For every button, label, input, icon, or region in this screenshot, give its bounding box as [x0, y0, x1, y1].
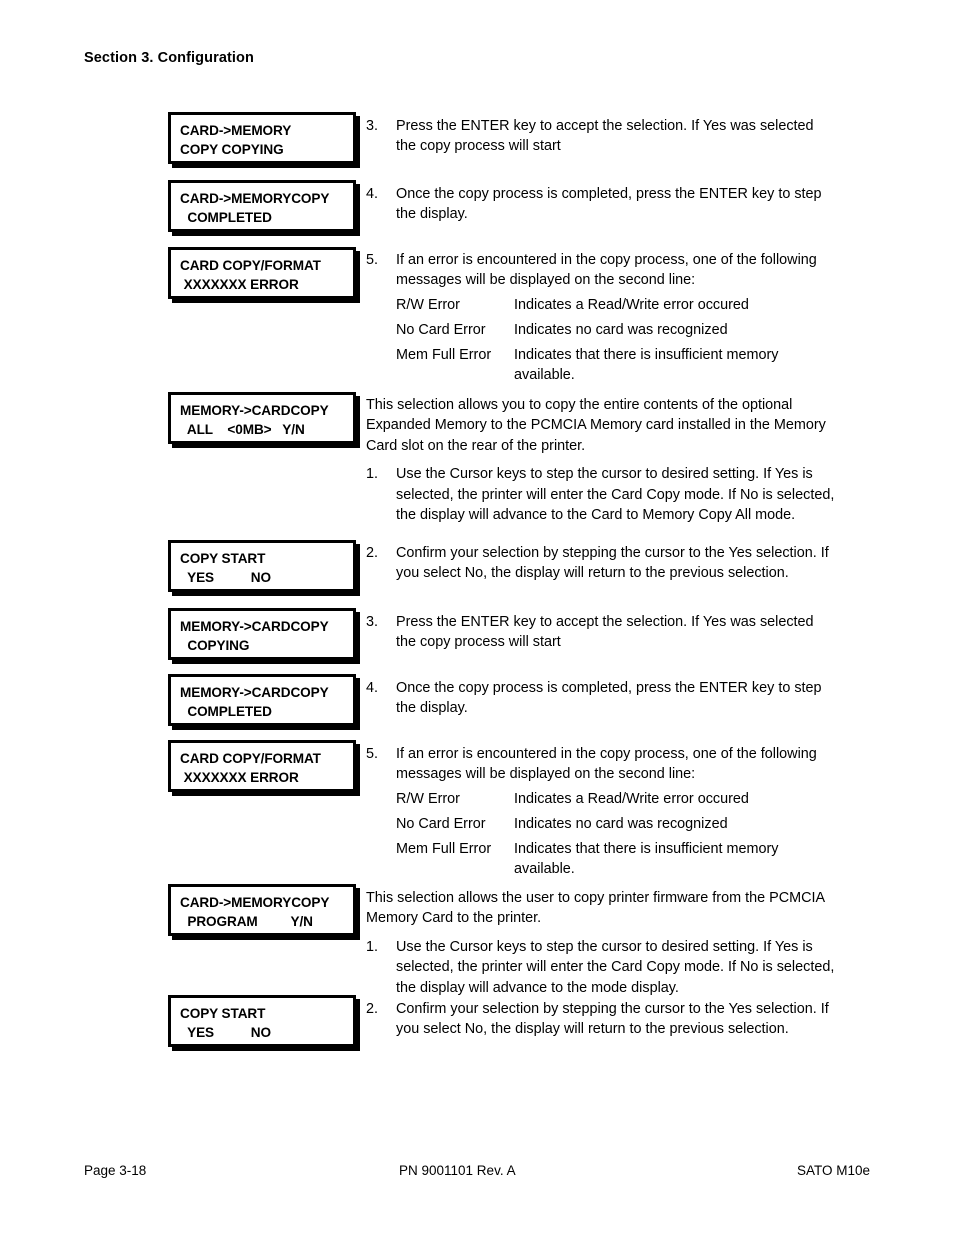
- lcd-line-2: XXXXXXX ERROR: [180, 770, 299, 785]
- step-number: 4.: [366, 680, 379, 696]
- lcd-line-1: MEMORY->CARDCOPY: [180, 403, 329, 418]
- description-paragraph: This selection allows the user to copy p…: [366, 890, 825, 927]
- step-3-block-2: 3. Press the ENTER key to accept the sel…: [366, 612, 836, 653]
- lcd-line-2: YES NO: [180, 570, 271, 585]
- step-text: Use the Cursor keys to step the cursor t…: [396, 938, 835, 996]
- table-row: No Card Error Indicates no card was reco…: [396, 320, 836, 345]
- table-row: Mem Full Error Indicates that there is i…: [396, 345, 836, 386]
- step-text: Press the ENTER key to accept the select…: [396, 614, 814, 651]
- error-term: Mem Full Error: [396, 840, 492, 857]
- numbered-step: 2. Confirm your selection by stepping th…: [366, 999, 836, 1040]
- numbered-step: 2. Confirm your selection by stepping th…: [366, 543, 836, 584]
- error-term: No Card Error: [396, 815, 486, 832]
- lcd-line-1: MEMORY->CARDCOPY: [180, 685, 329, 700]
- lcd-line-1: CARD->MEMORYCOPY: [180, 191, 330, 206]
- table-row: R/W Error Indicates a Read/Write error o…: [396, 789, 836, 814]
- numbered-step: 4. Once the copy process is completed, p…: [366, 678, 836, 719]
- lcd-display-copy-start-1: COPY START YES NO: [168, 540, 356, 592]
- numbered-step: 5. If an error is encountered in the cop…: [366, 250, 836, 291]
- step-text: If an error is encountered in the copy p…: [396, 746, 817, 783]
- lcd-display-card-memory-copying: CARD->MEMORY COPY COPYING: [168, 112, 356, 164]
- lcd-line-2: COPY COPYING: [180, 142, 284, 157]
- step-number: 2.: [366, 545, 379, 561]
- error-term: R/W Error: [396, 790, 460, 807]
- numbered-step: 1. Use the Cursor keys to step the curso…: [366, 464, 836, 525]
- section-header: Section 3. Configuration: [84, 50, 254, 66]
- numbered-step: 1. Use the Cursor keys to step the curso…: [366, 937, 836, 998]
- error-message-table-2: R/W Error Indicates a Read/Write error o…: [366, 789, 836, 880]
- lcd-line-2: COPYING: [180, 638, 250, 653]
- lcd-line-2: COMPLETED: [180, 704, 272, 719]
- numbered-step: 4. Once the copy process is completed, p…: [366, 184, 836, 225]
- step-text: Once the copy process is completed, pres…: [396, 680, 822, 717]
- lcd-display-memory-cardcopy-copying: MEMORY->CARDCOPY COPYING: [168, 608, 356, 660]
- lcd-line-2: COMPLETED: [180, 210, 272, 225]
- table-row: R/W Error Indicates a Read/Write error o…: [396, 295, 836, 320]
- lcd-display-card-copy-format-error-1: CARD COPY/FORMAT XXXXXXX ERROR: [168, 247, 356, 299]
- footer-part-number: PN 9001101 Rev. A: [399, 1163, 516, 1178]
- footer-page-number: Page 3-18: [84, 1163, 147, 1178]
- error-term: R/W Error: [396, 296, 460, 313]
- step-number: 3.: [366, 118, 379, 134]
- numbered-step: 3. Press the ENTER key to accept the sel…: [366, 612, 836, 653]
- step-5-block-2: 5. If an error is encountered in the cop…: [366, 744, 836, 880]
- step-number: 2.: [366, 1001, 379, 1017]
- step-text: Press the ENTER key to accept the select…: [396, 118, 814, 155]
- lcd-line-1: CARD COPY/FORMAT: [180, 751, 321, 766]
- lcd-line-1: CARD COPY/FORMAT: [180, 258, 321, 273]
- lcd-line-1: COPY START: [180, 551, 266, 566]
- lcd-line-2: PROGRAM Y/N: [180, 914, 313, 929]
- step-4-block-1: 4. Once the copy process is completed, p…: [366, 184, 836, 225]
- step-text: Confirm your selection by stepping the c…: [396, 1001, 829, 1038]
- lcd-line-2: ALL <0MB> Y/N: [180, 422, 305, 437]
- step-number: 1.: [366, 466, 379, 483]
- error-term: Mem Full Error: [396, 346, 492, 363]
- table-row: No Card Error Indicates no card was reco…: [396, 814, 836, 839]
- numbered-step: 5. If an error is encountered in the cop…: [366, 744, 836, 785]
- lcd-display-card-memorycopy-completed: CARD->MEMORYCOPY COMPLETED: [168, 180, 356, 232]
- lcd-line-1: CARD->MEMORYCOPY: [180, 895, 330, 910]
- lcd-line-2: YES NO: [180, 1025, 271, 1040]
- numbered-step: 3. Press the ENTER key to accept the sel…: [366, 116, 836, 157]
- lcd-display-memory-cardcopy-completed: MEMORY->CARDCOPY COMPLETED: [168, 674, 356, 726]
- step-2-block-3: 2. Confirm your selection by stepping th…: [366, 999, 836, 1040]
- step-number: 1.: [366, 938, 379, 955]
- step-text: Once the copy process is completed, pres…: [396, 186, 822, 223]
- lcd-display-copy-start-2: COPY START YES NO: [168, 995, 356, 1047]
- footer-product-name: SATO M10e: [796, 1163, 870, 1178]
- lcd-line-1: CARD->MEMORY: [180, 123, 292, 138]
- step-2-block-2: 2. Confirm your selection by stepping th…: [366, 543, 836, 584]
- lcd-display-card-memorycopy-program: CARD->MEMORYCOPY PROGRAM Y/N: [168, 884, 356, 936]
- lcd-display-memory-cardcopy-all: MEMORY->CARDCOPY ALL <0MB> Y/N: [168, 392, 356, 444]
- lcd-line-2: XXXXXXX ERROR: [180, 277, 299, 292]
- lcd-display-card-copy-format-error-2: CARD COPY/FORMAT XXXXXXX ERROR: [168, 740, 356, 792]
- lcd-line-1: MEMORY->CARDCOPY: [180, 619, 329, 634]
- step-number: 4.: [366, 186, 379, 202]
- step-number: 5.: [366, 252, 379, 268]
- step-text: If an error is encountered in the copy p…: [396, 252, 817, 289]
- memory-to-card-description-block: This selection allows you to copy the en…: [366, 395, 836, 525]
- step-5-block-1: 5. If an error is encountered in the cop…: [366, 250, 836, 386]
- description-paragraph: This selection allows you to copy the en…: [366, 397, 826, 454]
- step-text: Use the Cursor keys to step the cursor t…: [396, 466, 835, 524]
- error-term: No Card Error: [396, 321, 486, 338]
- step-number: 5.: [366, 746, 379, 762]
- step-text: Confirm your selection by stepping the c…: [396, 545, 829, 582]
- table-row: Mem Full Error Indicates that there is i…: [396, 839, 836, 880]
- step-3-block-1: 3. Press the ENTER key to accept the sel…: [366, 116, 836, 157]
- card-to-memory-program-description-block: This selection allows the user to copy p…: [366, 888, 836, 998]
- error-message-table-1: R/W Error Indicates a Read/Write error o…: [366, 295, 836, 386]
- lcd-line-1: COPY START: [180, 1006, 266, 1021]
- step-number: 3.: [366, 614, 379, 630]
- step-4-block-2: 4. Once the copy process is completed, p…: [366, 678, 836, 719]
- page-footer: Page 3-18 PN 9001101 Rev. A SATO M10e: [84, 1163, 870, 1183]
- document-page: Section 3. Configuration CARD->MEMORY CO…: [0, 0, 954, 1235]
